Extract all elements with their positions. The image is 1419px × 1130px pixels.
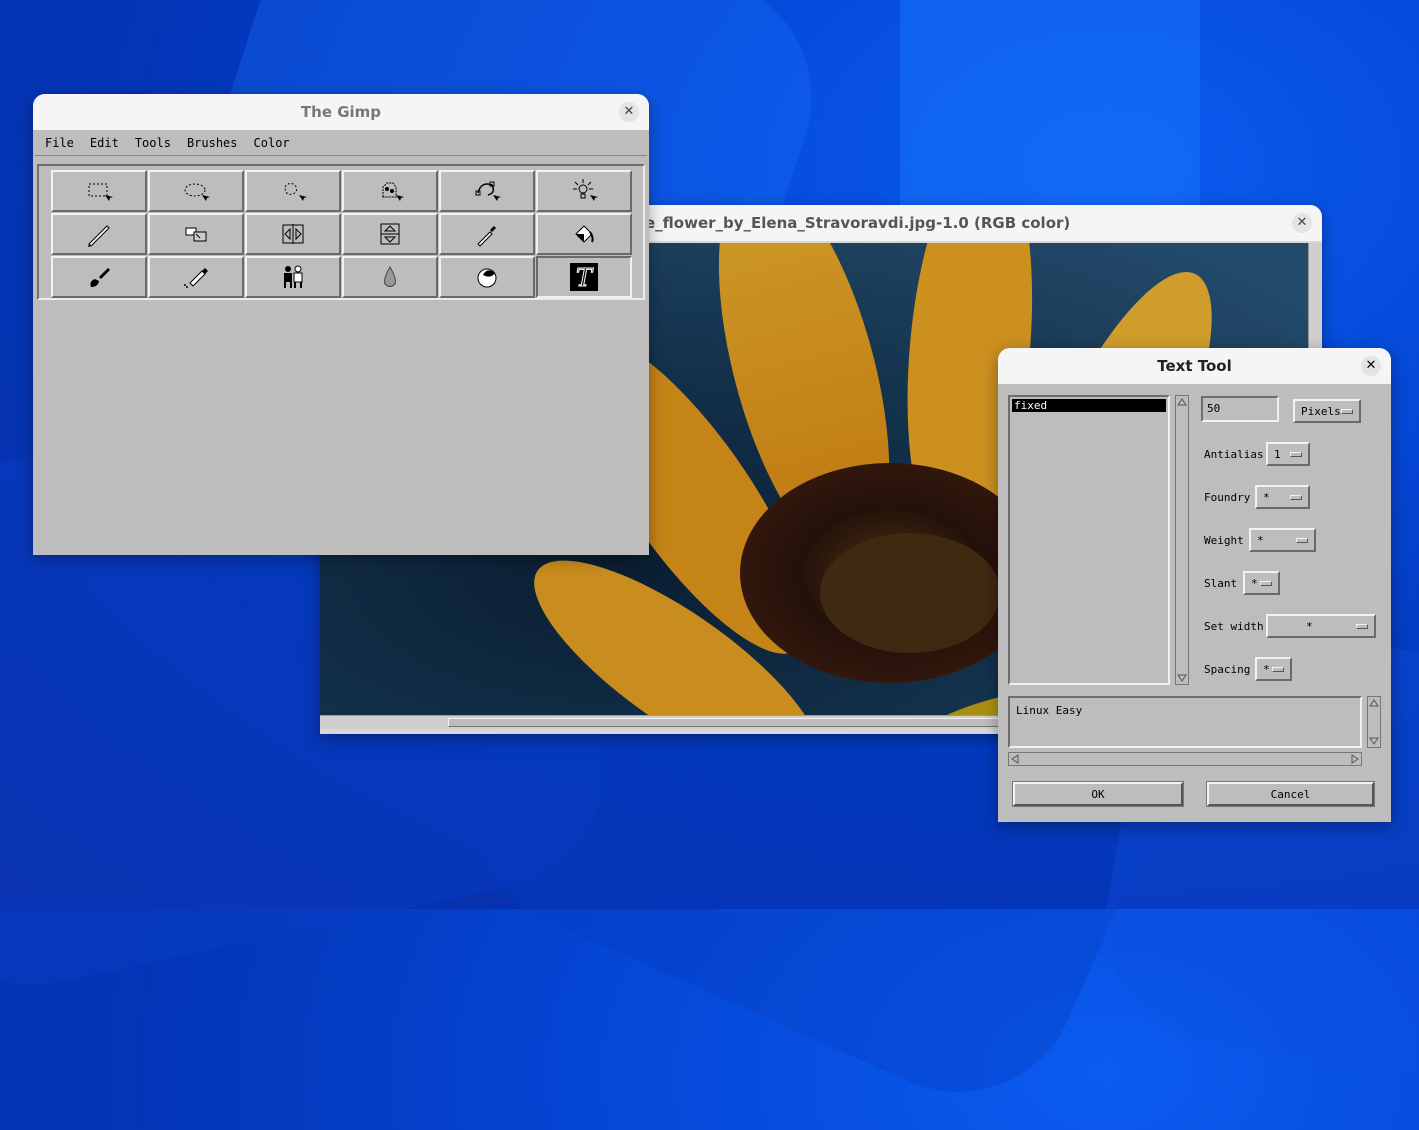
antialias-value: 1 (1274, 447, 1281, 461)
flip-horizontal-icon (282, 224, 304, 244)
close-icon[interactable]: ✕ (1292, 213, 1312, 233)
antialias-select[interactable]: 1 (1266, 442, 1310, 466)
color-picker-icon (477, 226, 496, 247)
text-preview-hscrollbar[interactable] (1008, 752, 1362, 766)
foundry-label: Foundry (1204, 491, 1251, 504)
bucket-fill-icon (575, 225, 594, 243)
spacing-value: * (1263, 662, 1270, 676)
spacing-select[interactable]: * (1255, 657, 1292, 681)
text-tool-dialog: Text Tool ✕ fixed 50 Pixels Antialias 1 … (998, 348, 1391, 822)
airbrush-icon (184, 268, 208, 288)
gimp-toolbox-window: The Gimp ✕ File Edit Tools Brushes Color (33, 94, 649, 555)
text-preview-scrollbar[interactable] (1367, 696, 1381, 748)
menu-tools[interactable]: Tools (135, 136, 171, 150)
paintbrush-icon (90, 268, 110, 287)
move-crop-icon (185, 227, 207, 242)
option-indicator-icon (1260, 580, 1272, 586)
ink-icon (477, 268, 497, 288)
unit-select-value: Pixels (1301, 404, 1341, 418)
slant-value: * (1251, 576, 1258, 590)
blur-icon (384, 266, 396, 287)
move-tool[interactable] (148, 213, 244, 255)
scissors-tool[interactable] (536, 170, 632, 212)
gimp-title: The Gimp (300, 103, 382, 121)
ellipse-select-tool[interactable] (148, 170, 244, 212)
rect-select-tool[interactable] (51, 170, 147, 212)
weight-select[interactable]: * (1249, 528, 1316, 552)
arrow-up-icon[interactable] (1176, 396, 1188, 408)
text-tool-titlebar[interactable]: Text Tool (998, 348, 1391, 384)
free-select-icon (284, 182, 307, 201)
spacing-label: Spacing (1204, 663, 1251, 676)
menubar: File Edit Tools Brushes Color (35, 130, 647, 156)
fuzzy-select-tool[interactable] (342, 170, 438, 212)
arrow-left-icon[interactable] (1009, 753, 1021, 765)
ok-button[interactable]: OK (1012, 781, 1184, 807)
size-input[interactable]: 50 (1201, 396, 1279, 422)
intelligent-scissors-icon (573, 179, 598, 201)
svg-text:T: T (576, 264, 594, 291)
pencil-icon (88, 225, 110, 247)
foundry-value: * (1263, 490, 1270, 504)
slant-label: Slant (1204, 577, 1238, 590)
arrow-right-icon[interactable] (1349, 753, 1361, 765)
gimp-titlebar[interactable]: The Gimp (33, 94, 649, 130)
option-indicator-icon (1356, 623, 1368, 629)
menu-color[interactable]: Color (254, 136, 290, 150)
tool-grid: T (37, 164, 645, 300)
text-preview-input[interactable]: Linux Easy (1008, 696, 1362, 748)
foundry-select[interactable]: * (1255, 485, 1310, 509)
cancel-button[interactable]: Cancel (1206, 781, 1375, 807)
set-width-value: * (1306, 619, 1313, 633)
free-select-tool[interactable] (245, 170, 341, 212)
antialias-label: Antialias (1204, 448, 1264, 461)
text-tool-title: Text Tool (1157, 357, 1232, 375)
bucket-fill-tool[interactable] (536, 213, 632, 255)
clone-icon (284, 265, 303, 288)
arrow-down-icon[interactable] (1176, 672, 1188, 684)
close-icon[interactable]: ✕ (1361, 356, 1381, 376)
weight-label: Weight (1204, 534, 1244, 547)
menu-brushes[interactable]: Brushes (187, 136, 238, 150)
fuzzy-select-icon (382, 182, 404, 201)
set-width-select[interactable]: * (1266, 614, 1376, 638)
text-tool-icon: T (570, 263, 598, 291)
bezier-select-tool[interactable] (439, 170, 535, 212)
arrow-up-icon[interactable] (1368, 697, 1380, 709)
option-indicator-icon (1341, 408, 1353, 414)
rect-select-icon (88, 183, 113, 201)
airbrush-tool[interactable] (148, 256, 244, 298)
blur-tool[interactable] (342, 256, 438, 298)
paintbrush-tool[interactable] (51, 256, 147, 298)
unit-select[interactable]: Pixels (1293, 399, 1361, 423)
option-indicator-icon (1296, 537, 1308, 543)
pencil-tool[interactable] (51, 213, 147, 255)
close-icon[interactable]: ✕ (619, 102, 639, 122)
ellipse-select-icon (184, 183, 210, 201)
option-indicator-icon (1290, 494, 1302, 500)
menu-file[interactable]: File (45, 136, 74, 150)
ink-tool[interactable] (439, 256, 535, 298)
option-indicator-icon (1290, 451, 1302, 457)
menu-edit[interactable]: Edit (90, 136, 119, 150)
flip-vertical-icon (380, 223, 400, 245)
set-width-label: Set width (1204, 620, 1264, 633)
clone-tool[interactable] (245, 256, 341, 298)
arrow-down-icon[interactable] (1368, 735, 1380, 747)
weight-value: * (1257, 533, 1264, 547)
font-list-scrollbar[interactable] (1175, 395, 1189, 685)
flip-vertical-tool[interactable] (342, 213, 438, 255)
font-list-item-fixed[interactable]: fixed (1012, 399, 1166, 412)
slant-select[interactable]: * (1243, 571, 1280, 595)
flip-horizontal-tool[interactable] (245, 213, 341, 255)
color-picker-tool[interactable] (439, 213, 535, 255)
text-tool[interactable]: T (536, 256, 632, 298)
font-list[interactable]: fixed (1008, 395, 1170, 685)
image-window-title: e_flower_by_Elena_Stravoravdi.jpg-1.0 (R… (645, 214, 1071, 232)
bezier-select-icon (475, 181, 501, 201)
option-indicator-icon (1272, 666, 1284, 672)
